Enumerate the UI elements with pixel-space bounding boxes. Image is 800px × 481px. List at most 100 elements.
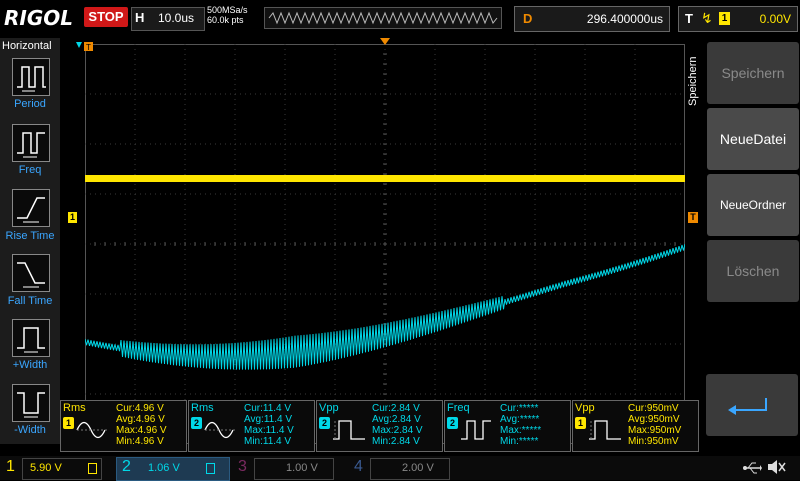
new-folder-softkey[interactable]: NeueOrdner (707, 174, 799, 236)
channel-badge: 2 (191, 417, 202, 429)
delete-softkey[interactable]: Löschen (707, 240, 799, 302)
timebase-indicator[interactable]: H 10.0us (131, 7, 205, 31)
usb-icon (743, 462, 762, 474)
memory-waveform-overview (268, 11, 498, 25)
measurement-max: Max:11.4 V (244, 425, 294, 436)
new-file-softkey[interactable]: NeueDatei (707, 108, 799, 170)
measurement-max: Max:4.96 V (116, 425, 167, 436)
neg-width-label: -Width (14, 424, 46, 436)
measurement-vpp-ch2[interactable]: Vpp 2 Cur:2.84 V Avg:2.84 V Max:2.84 V M… (316, 400, 443, 452)
measurement-name: Rms (191, 402, 214, 414)
sine-wave-icon (76, 421, 109, 439)
pos-width-label: +Width (12, 359, 48, 371)
ch2-probe-icon (206, 463, 215, 474)
delay-key: D (523, 11, 533, 26)
fall-time-icon (17, 262, 45, 288)
measurement-max: Max:950mV (628, 425, 682, 436)
freq-label: Freq (18, 164, 42, 176)
measurement-min: Min:4.96 V (116, 436, 164, 447)
vpp-pulse-icon (589, 420, 621, 440)
return-softkey[interactable] (706, 374, 798, 436)
delay-value: 296.400000us (586, 12, 663, 26)
measurement-freq-ch2[interactable]: Freq 2 Cur:***** Avg:***** Max:***** Min… (444, 400, 571, 452)
fall-time-button[interactable] (12, 254, 50, 292)
neg-width-button[interactable] (12, 384, 50, 422)
measurement-rms-ch2[interactable]: Rms 2 Cur:11.4 V Avg:11.4 V Max:11.4 V M… (188, 400, 315, 452)
measurement-cur: Cur:11.4 V (244, 403, 292, 414)
ch3-number[interactable]: 3 (238, 458, 247, 476)
measurement-avg: Avg:***** (500, 414, 540, 425)
ch4-scale: 2.00 V (402, 462, 434, 474)
measurement-min: Min:***** (500, 436, 539, 447)
measurement-vpp-ch1[interactable]: Vpp 1 Cur:950mV Avg:950mV Max:950mV Min:… (572, 400, 699, 452)
measurement-cur: Cur:4.96 V (116, 403, 164, 414)
freq-icon (17, 132, 45, 158)
ch1-trace (85, 175, 685, 182)
sampling-info: 500MSa/s 60.0k pts (207, 5, 248, 25)
menu-title: Speichern (687, 56, 699, 106)
delete-softkey-label: Löschen (726, 263, 780, 279)
memory-depth: 60.0k pts (207, 15, 244, 25)
return-arrow-icon (728, 398, 767, 415)
rising-edge-icon: ↯ (701, 10, 713, 26)
ch4-number[interactable]: 4 (354, 458, 363, 476)
measurement-avg: Avg:11.4 V (244, 414, 292, 425)
trigger-indicator[interactable]: T ↯ 1 0.00V (678, 6, 798, 32)
save-softkey[interactable]: Speichern (707, 42, 799, 104)
graticule (85, 44, 685, 444)
brand-logo: RIGOL (4, 6, 74, 30)
measurement-avg: Avg:950mV (628, 414, 680, 425)
delay-indicator[interactable]: D 296.400000us (514, 6, 670, 32)
freq-button[interactable] (12, 124, 50, 162)
timebase-value: 10.0us (158, 11, 195, 25)
rise-time-button[interactable] (12, 189, 50, 227)
ch1-scale: 5.90 V (30, 462, 62, 474)
period-icon (17, 66, 46, 92)
rise-time-icon (17, 197, 45, 223)
measurement-min: Min:11.4 V (244, 436, 292, 447)
measurement-rms-ch1[interactable]: Rms 1 Cur:4.96 V Avg:4.96 V Max:4.96 V M… (60, 400, 187, 452)
ch2-scale: 1.06 V (148, 462, 180, 474)
fall-time-label: Fall Time (7, 295, 53, 307)
svg-text:T: T (86, 43, 91, 52)
trigger-source-badge: 1 (719, 12, 730, 25)
memory-overview[interactable] (264, 7, 502, 29)
measurement-cur: Cur:950mV (628, 403, 679, 414)
neg-width-icon (17, 392, 45, 418)
ch3-scale: 1.00 V (286, 462, 318, 474)
run-stop-indicator[interactable]: STOP (84, 7, 128, 27)
measurement-cur: Cur:2.84 V (372, 403, 420, 414)
period-label: Period (14, 98, 46, 110)
trigger-level: 0.00V (759, 12, 791, 26)
waveform-display[interactable] (85, 44, 685, 444)
timebase-key: H (135, 10, 145, 25)
channel-badge: 2 (319, 417, 330, 429)
channel-badge: 1 (575, 417, 586, 429)
measurement-cur: Cur:***** (500, 403, 539, 414)
channel-badge: 2 (447, 417, 458, 429)
panel-title: Horizontal (2, 40, 52, 52)
mute-speaker-icon[interactable] (766, 458, 786, 476)
measurement-avg: Avg:4.96 V (116, 414, 165, 425)
channel-badge: 1 (63, 417, 74, 429)
rise-time-label: Rise Time (5, 230, 55, 242)
sample-rate: 500MSa/s (207, 5, 248, 15)
pos-width-icon (17, 327, 45, 353)
trigger-level-marker[interactable]: T (688, 212, 698, 223)
measurement-min: Min:950mV (628, 436, 679, 447)
ch1-number[interactable]: 1 (6, 458, 15, 476)
freq-pulse-icon (461, 420, 491, 440)
pos-width-button[interactable] (12, 319, 50, 357)
ch1-probe-icon (88, 463, 97, 474)
trigger-key: T (685, 11, 693, 26)
horizontal-center-marker (380, 38, 390, 45)
measurement-min: Min:2.84 V (372, 436, 420, 447)
new-folder-softkey-label: NeueOrdner (719, 198, 787, 212)
measurement-avg: Avg:2.84 V (372, 414, 421, 425)
ch1-offset-marker[interactable]: 1 (68, 212, 77, 223)
ch2-number[interactable]: 2 (122, 458, 131, 476)
save-softkey-label: Speichern (721, 65, 785, 81)
period-button[interactable] (12, 58, 50, 96)
sine-wave-icon (204, 421, 237, 439)
measurement-name: Rms (63, 402, 86, 414)
